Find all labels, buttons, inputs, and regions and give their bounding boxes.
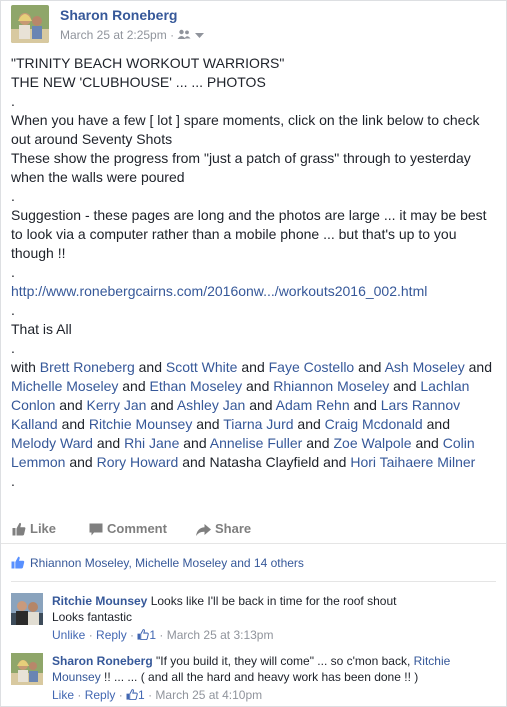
comment-button[interactable]: Comment (89, 521, 167, 536)
conjunction: and (353, 397, 377, 413)
likes-summary[interactable]: Rhiannon Moseley, Michelle Moseley and 1… (11, 556, 304, 570)
friends-audience-icon[interactable] (177, 28, 194, 42)
tagged-person: Natasha Clayfield (209, 454, 320, 470)
post-dot: . (11, 93, 15, 109)
tagged-person[interactable]: Scott White (166, 359, 238, 375)
comment-text: Looks like I'll be back in time for the … (150, 594, 397, 608)
tagged-person[interactable]: Annelise Fuller (210, 435, 303, 451)
share-icon (196, 524, 211, 536)
conjunction: and (59, 397, 83, 413)
post-paragraph: Suggestion - these pages are long and th… (11, 207, 487, 261)
tagged-person[interactable]: Zoe Walpole (333, 435, 411, 451)
conjunction: and (96, 435, 121, 451)
commenter-avatar[interactable] (11, 593, 43, 625)
conjunction: and (297, 416, 321, 432)
conjunction: and (249, 397, 273, 413)
tagged-person[interactable]: Hori Taihaere Milner (350, 454, 475, 470)
post-body: "TRINITY BEACH WORKOUT WARRIORS" THE NEW… (11, 54, 496, 491)
comment-icon (89, 523, 103, 536)
post-dot: . (11, 473, 15, 489)
tagged-person[interactable]: Brett Roneberg (40, 359, 135, 375)
tagged-person[interactable]: Kerry Jan (87, 397, 147, 413)
author-avatar[interactable] (11, 5, 49, 43)
conjunction: and (69, 454, 93, 470)
thumbs-up-icon (126, 689, 138, 701)
post-paragraph: When you have a few [ lot ] spare moment… (11, 112, 480, 147)
conjunction: and (196, 416, 220, 432)
post-actions: Like Comment Share (11, 517, 496, 539)
tagged-person[interactable]: Craig Mcdonald (325, 416, 423, 432)
tagged-person[interactable]: Ritchie Mounsey (89, 416, 193, 432)
conjunction: and (61, 416, 85, 432)
comment-time[interactable]: March 25 at 3:13pm (167, 628, 274, 642)
conjunction: and (138, 359, 162, 375)
conjunction: and (150, 397, 174, 413)
post-dot: . (11, 302, 15, 318)
tagged-person[interactable]: Rory Howard (97, 454, 179, 470)
tagged-person[interactable]: Tiarna Jurd (223, 416, 293, 432)
conjunction: and (122, 378, 146, 394)
conjunction: and (358, 359, 382, 375)
comment-likes[interactable]: 1 (126, 688, 145, 702)
share-button[interactable]: Share (196, 521, 251, 536)
post-meta: March 25 at 2:25pm · (60, 27, 204, 42)
tagged-people: with Brett Roneberg and Scott White and … (11, 358, 496, 472)
divider (11, 581, 496, 582)
tagged-person[interactable]: Adam Rehn (276, 397, 350, 413)
tagged-person[interactable]: Ashley Jan (177, 397, 245, 413)
thumbs-up-icon (12, 522, 26, 536)
thumbs-up-icon (137, 629, 150, 641)
commenter-name[interactable]: Sharon Roneberg (52, 654, 153, 668)
chevron-down-icon[interactable] (194, 28, 204, 42)
tagged-person[interactable]: Ash Moseley (385, 359, 465, 375)
conjunction: and (426, 416, 450, 432)
post-line: THE NEW 'CLUBHOUSE' ... ... PHOTOS (11, 74, 266, 90)
unlike-button[interactable]: Unlike (52, 628, 85, 642)
external-link[interactable]: http://www.ronebergcairns.com/2016onw...… (11, 283, 427, 299)
comment-time[interactable]: March 25 at 4:10pm (155, 688, 262, 702)
with-label: with (11, 359, 36, 375)
comment-text: Looks fantastic (52, 610, 133, 624)
comment-actions: Unlike · Reply · 1 · March 25 at 3:13pm (52, 628, 274, 642)
like-comment-button[interactable]: Like (52, 688, 74, 702)
comment-actions: Like · Reply · 1 · March 25 at 4:10pm (52, 688, 263, 702)
conjunction: and (241, 359, 265, 375)
tagged-person[interactable]: Michelle Moseley (11, 378, 118, 394)
conjunction: and (323, 454, 347, 470)
conjunction: and (306, 435, 330, 451)
tagged-person[interactable]: Rhi Jane (124, 435, 179, 451)
conjunction: and (393, 378, 417, 394)
post-author[interactable]: Sharon Roneberg (60, 7, 177, 23)
post-dot: . (11, 340, 15, 356)
divider (1, 543, 506, 544)
conjunction: and (182, 454, 206, 470)
post-closing: That is All (11, 321, 72, 337)
post-card: Sharon Roneberg March 25 at 2:25pm · "TR… (0, 0, 507, 707)
post-paragraph: These show the progress from "just a pat… (11, 150, 471, 185)
post-dot: . (11, 188, 15, 204)
reply-button[interactable]: Reply (85, 688, 116, 702)
post-line: "TRINITY BEACH WORKOUT WARRIORS" (11, 55, 285, 71)
tagged-person[interactable]: Ethan Moseley (150, 378, 243, 394)
like-button[interactable]: Like (12, 521, 56, 536)
tagged-person[interactable]: Faye Costello (269, 359, 355, 375)
conjunction: and (415, 435, 439, 451)
post-dot: . (11, 264, 15, 280)
comment-text: "If you build it, they will come" ... so… (156, 654, 411, 668)
commenter-name[interactable]: Ritchie Mounsey (52, 594, 147, 608)
conjunction: and (468, 359, 492, 375)
comment-text: !! ... ... ( and all the hard and heavy … (104, 670, 419, 684)
post-header: Sharon Roneberg March 25 at 2:25pm · (11, 5, 491, 45)
conjunction: and (183, 435, 207, 451)
post-timestamp[interactable]: March 25 at 2:25pm (60, 28, 167, 42)
commenter-avatar[interactable] (11, 653, 43, 685)
conjunction: and (246, 378, 270, 394)
tagged-person[interactable]: Melody Ward (11, 435, 93, 451)
comment-likes[interactable]: 1 (137, 628, 156, 642)
tagged-person[interactable]: Rhiannon Moseley (273, 378, 389, 394)
like-reaction-icon (11, 556, 25, 569)
reply-button[interactable]: Reply (96, 628, 127, 642)
